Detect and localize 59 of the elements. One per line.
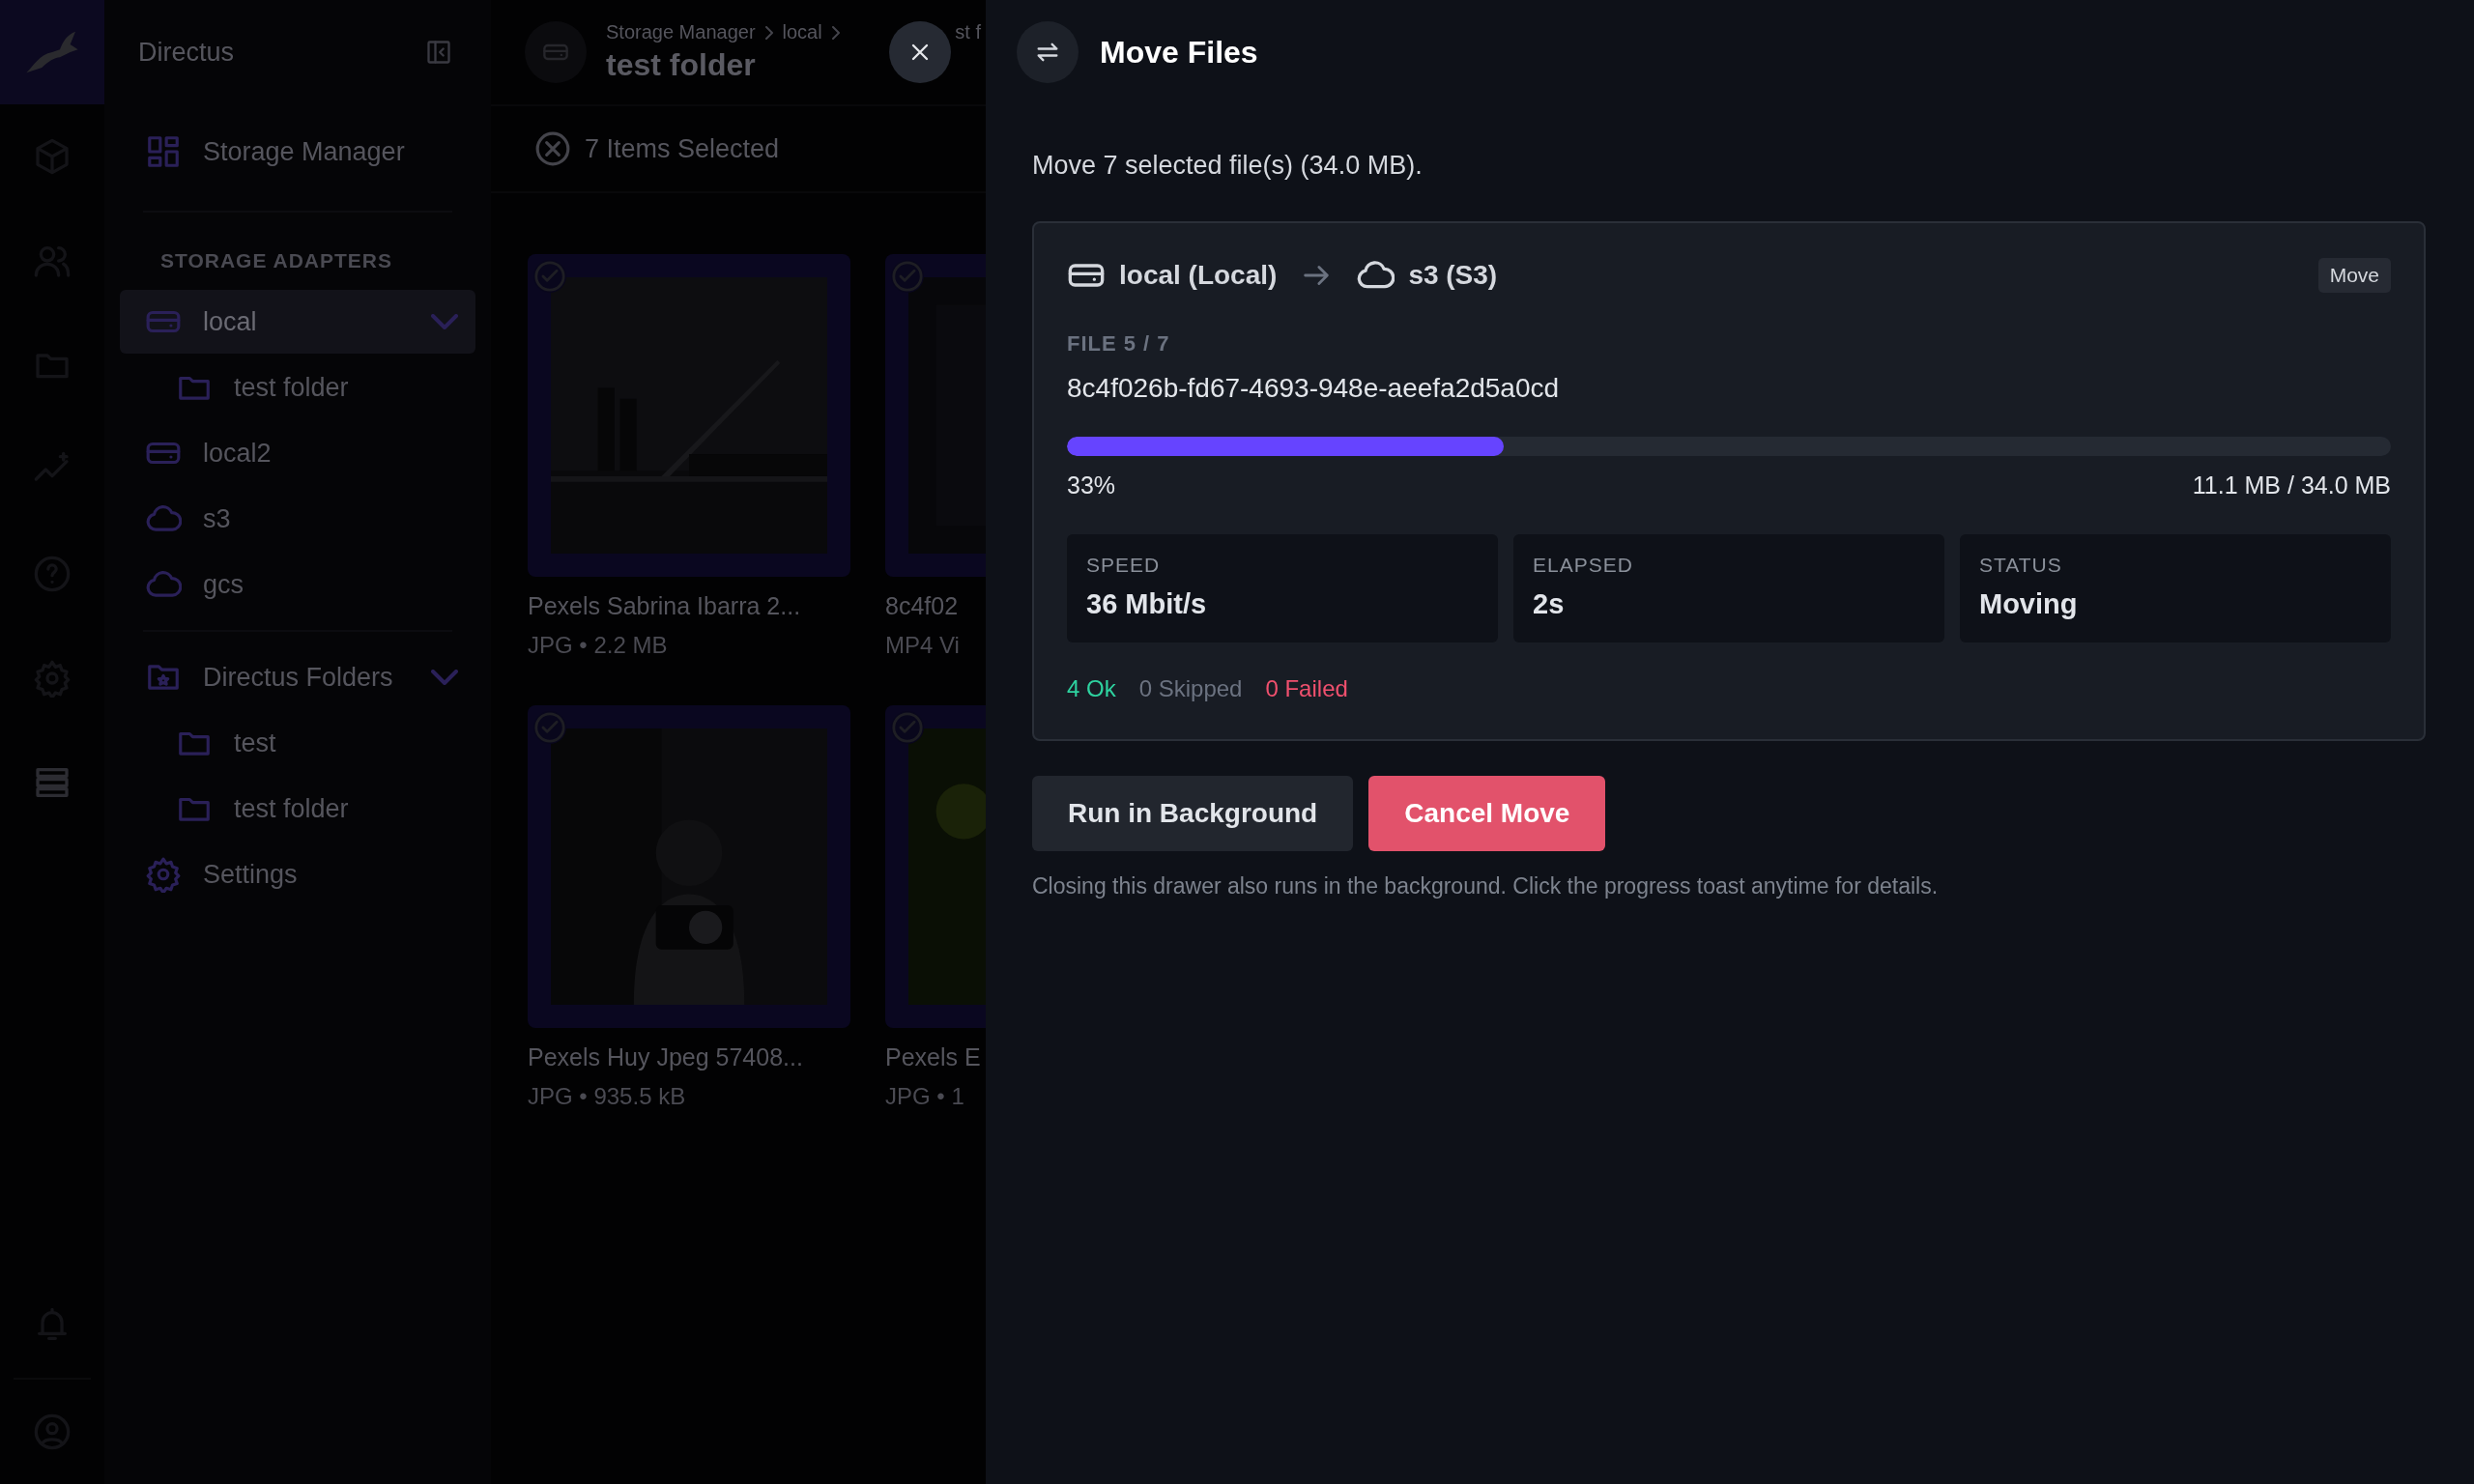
sidebar-item[interactable]: local2 [120,421,475,485]
result-count: 0 Skipped [1138,675,1243,702]
hint-text: Closing this drawer also runs in the background. Click the progress toast anytime for details. [1032,873,1940,899]
sidebar-item[interactable]: s3 [120,487,475,551]
stat-label: SPEED [1086,554,1162,577]
app-title: Directus [138,37,235,68]
page-title: test folder [606,47,756,83]
selection-count: 7 Items Selected [585,133,780,164]
file-name: Pexels E [885,1043,981,1071]
file-thumbnail[interactable] [528,705,850,1028]
result-count: 4 Ok [1067,675,1116,702]
sidebar-item[interactable]: local [120,290,475,354]
check-icon[interactable] [891,260,924,293]
sidebar-item[interactable]: test folder [120,356,475,419]
breadcrumb-link[interactable]: st f [955,21,981,43]
source-label: local (Local) [1119,260,1278,291]
dashboard-icon [145,133,182,170]
file-meta: JPG • 935.5 kB [528,1083,686,1110]
deselect-icon[interactable] [534,130,571,167]
sidebar-item[interactable]: Directus Folders [120,645,475,709]
file-name: 8c4f026b-fd67-4693-948e-aeefa2d5a0cd [1067,373,1561,404]
progress-percent: 33% [1067,471,1116,499]
settings-icon [145,856,182,893]
section-heading: STORAGE ADAPTERS [159,248,394,273]
breadcrumb-link[interactable]: Storage Manager [606,21,756,43]
result-count: 0 Failed [1265,675,1348,702]
sidebar-item[interactable]: test [120,711,475,775]
stat-value: Moving [1979,588,2079,620]
stat-label: ELAPSED [1533,554,1634,577]
file-counter: FILE 5 / 7 [1067,331,1171,357]
file-meta: MP4 Vi [885,632,960,659]
file-name: Pexels Sabrina Ibarra 2... [528,592,801,620]
description: Move 7 selected file(s) (34.0 MB). [1032,151,1424,181]
check-icon[interactable] [891,711,924,744]
transferred-size: 11.1 MB / 34.0 MB [2192,471,2391,499]
sidebar-item[interactable]: test folder [120,777,475,841]
drawer-title: Move Files [1100,34,1258,71]
stat-value: 2s [1533,588,1566,620]
target-label: s3 (S3) [1408,260,1498,291]
sidebar-toggle-icon[interactable] [425,39,452,66]
check-icon[interactable] [533,260,566,293]
chevron-right-icon [764,25,773,40]
sidebar-item[interactable]: Settings [120,842,475,906]
file-meta: JPG • 2.2 MB [528,632,668,659]
file-name: 8c4f02 [885,592,959,620]
sidebar-item[interactable]: gcs [120,553,475,616]
check-icon[interactable] [533,711,566,744]
chevron-right-icon [831,25,840,40]
sidebar-item[interactable]: Storage Manager [120,106,475,197]
breadcrumb-link[interactable]: local [782,21,822,43]
operation-badge: Move [2317,258,2391,293]
background-button[interactable]: Run in Background [1032,776,1354,851]
file-thumbnail[interactable] [528,254,850,577]
file-name: Pexels Huy Jpeg 57408... [528,1043,803,1071]
stat-value: 36 Mbit/s [1086,588,1208,620]
stat-label: STATUS [1979,554,2063,577]
file-meta: JPG • 1 [885,1083,964,1110]
cancel-button[interactable]: Cancel Move [1368,776,1606,851]
logo-block[interactable] [0,0,104,104]
